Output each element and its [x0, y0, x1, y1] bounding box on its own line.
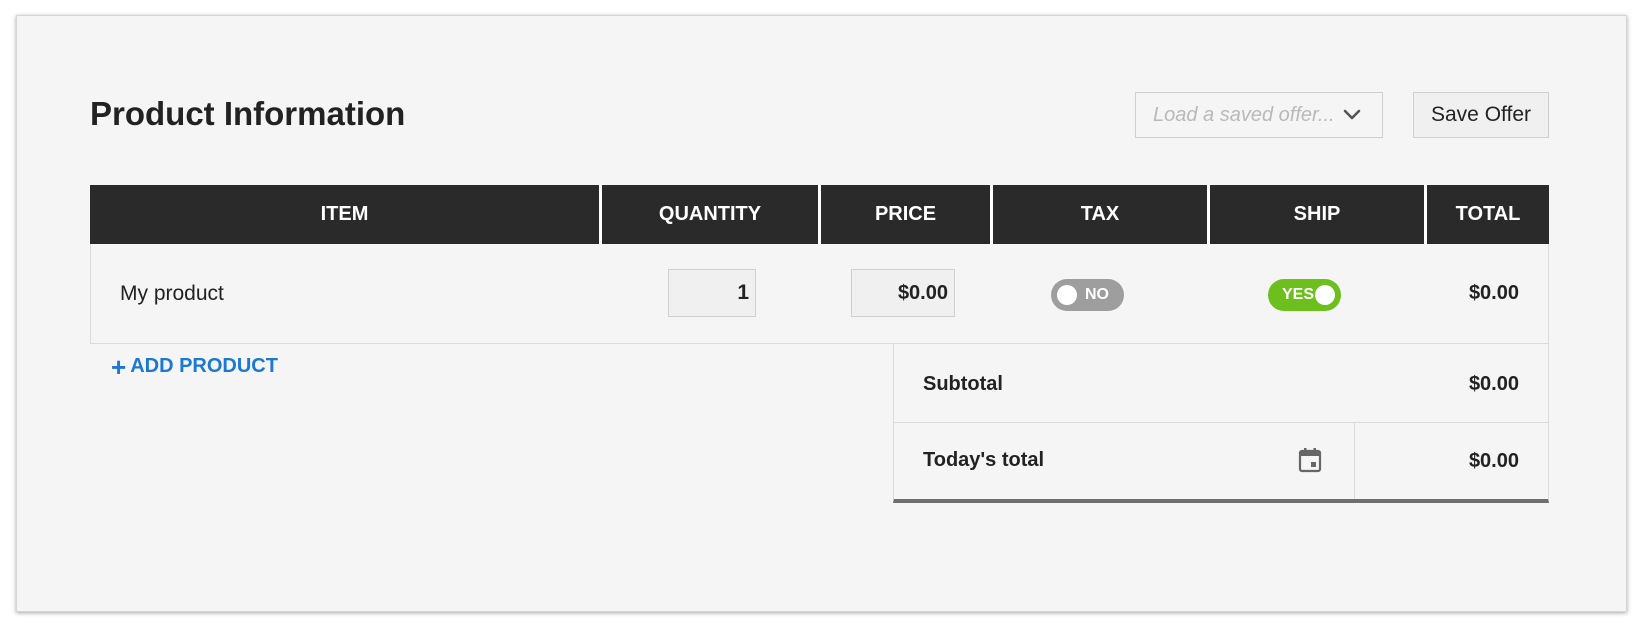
ship-toggle-label: YES	[1282, 286, 1315, 303]
load-saved-offer-select[interactable]: Load a saved offer...	[1135, 92, 1383, 138]
column-header-ship: SHIP	[1210, 185, 1427, 244]
subtotal-label: Subtotal	[923, 373, 1003, 395]
save-offer-button[interactable]: Save Offer	[1413, 92, 1549, 138]
todays-total-row: Today's total $0.00	[894, 423, 1548, 499]
ship-toggle-knob	[1315, 285, 1335, 305]
product-information-panel: Product Information Load a saved offer..…	[16, 15, 1627, 612]
calendar-icon[interactable]	[1298, 447, 1322, 473]
price-input[interactable]	[851, 269, 955, 317]
row-total: $0.00	[1468, 282, 1519, 304]
column-header-total: TOTAL	[1427, 185, 1549, 244]
order-summary: Subtotal $0.00 Today's total $0.00	[893, 344, 1549, 503]
tax-toggle[interactable]: NO	[1051, 279, 1124, 311]
chevron-down-icon	[1343, 109, 1361, 120]
quantity-input[interactable]	[668, 269, 756, 317]
product-table-header: ITEM QUANTITY PRICE TAX SHIP TOTAL	[90, 185, 1549, 244]
tax-toggle-knob	[1057, 285, 1077, 305]
column-header-quantity: QUANTITY	[602, 185, 821, 244]
add-product-label: ADD PRODUCT	[130, 355, 278, 377]
tax-toggle-label: NO	[1085, 286, 1109, 303]
todays-total-value: $0.00	[1468, 450, 1519, 472]
add-product-link[interactable]: + ADD PRODUCT	[111, 351, 278, 382]
column-header-item: ITEM	[90, 185, 602, 244]
ship-toggle[interactable]: YES	[1268, 279, 1341, 311]
plus-icon: +	[111, 351, 127, 382]
subtotal-value: $0.00	[1468, 373, 1519, 395]
subtotal-row: Subtotal $0.00	[894, 344, 1548, 423]
todays-total-divider	[1354, 423, 1355, 499]
column-header-price: PRICE	[821, 185, 993, 244]
item-name: My product	[120, 282, 224, 305]
todays-total-label: Today's total	[923, 449, 1045, 471]
column-header-tax: TAX	[993, 185, 1210, 244]
page-title: Product Information	[90, 95, 406, 132]
table-row: My product NO YES $0.00	[90, 244, 1549, 344]
load-saved-offer-placeholder: Load a saved offer...	[1153, 103, 1335, 126]
